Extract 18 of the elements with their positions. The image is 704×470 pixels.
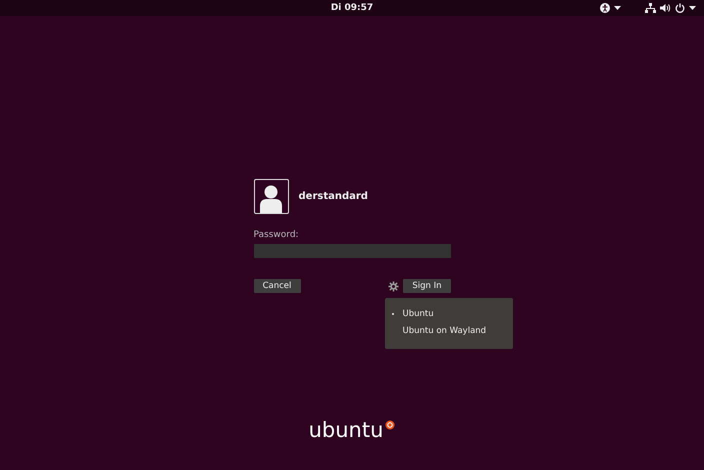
clock[interactable]: Di 09:57 (330, 3, 374, 13)
volume-icon[interactable] (660, 3, 671, 13)
network-icon[interactable] (645, 3, 656, 13)
dropdown-arrow-icon[interactable] (689, 6, 696, 10)
password-field[interactable] (254, 244, 450, 258)
session-menu-item[interactable]: Ubuntu on Wayland (402, 326, 486, 336)
cancel-button[interactable]: Cancel (254, 279, 300, 293)
accessibility-icon[interactable] (600, 3, 610, 13)
logo-text: ubuntu (308, 418, 384, 442)
password-label: Password: (254, 230, 300, 240)
circle-of-friends-icon (385, 420, 396, 430)
settings-icon[interactable] (388, 280, 400, 292)
power-icon[interactable] (675, 3, 685, 13)
session-menu-item[interactable]: Ubuntu (402, 309, 434, 319)
sign-in-button[interactable]: Sign In (403, 279, 450, 293)
dropdown-arrow-icon[interactable] (614, 6, 621, 10)
user-avatar (254, 179, 288, 214)
username: derstandard (298, 191, 368, 202)
